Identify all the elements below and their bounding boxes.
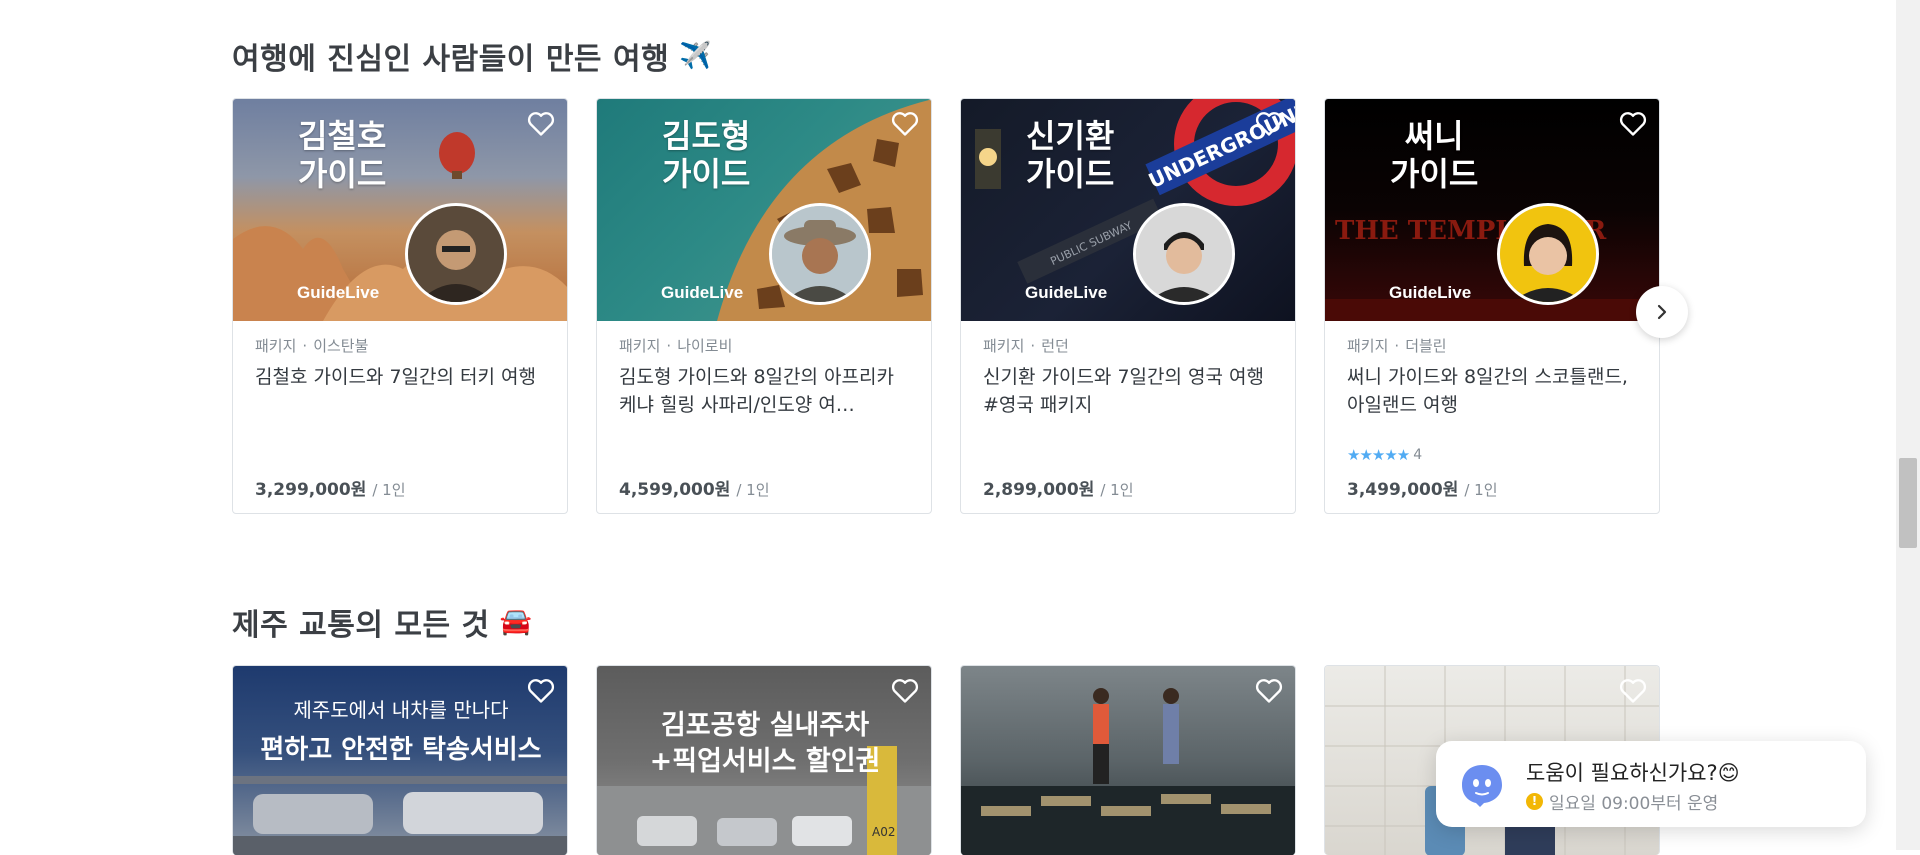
card-price: 2,899,000원/ 1인	[983, 480, 1134, 500]
card-thumbnail: UNDERGROUND PUBLIC SUBWAY 신기환 가이드 GuideL…	[961, 99, 1295, 321]
heart-outline-icon[interactable]	[1255, 111, 1283, 137]
card-thumbnail: 김도형 가이드 GuideLive	[597, 99, 931, 321]
heart-outline-icon[interactable]	[1255, 678, 1283, 704]
card-title: 써니 가이드와 8일간의 스코틀랜드, 아일랜드 여행	[1347, 366, 1628, 416]
carousel-next-button[interactable]	[1636, 286, 1688, 338]
thumb-guide-name: 김철호 가이드	[298, 117, 387, 193]
product-card[interactable]: 김도형 가이드 GuideLive 패키지 · 나이로비 김도형 가이드와 8일간의…	[596, 98, 932, 514]
warning-icon: !	[1526, 793, 1543, 810]
heart-outline-icon[interactable]	[1619, 678, 1647, 704]
thumb-guide-name: 써니 가이드	[1390, 117, 1479, 193]
chatbot-icon	[1462, 765, 1502, 807]
card-title: 신기환 가이드와 7일간의 영국 여행 #영국 패키지	[983, 366, 1264, 416]
help-title: 도움이 필요하신가요?😊	[1526, 761, 1740, 785]
avatar	[405, 203, 507, 305]
product-card[interactable]: A02 김포공항 실내주차 +픽업서비스 할인권	[596, 665, 932, 855]
airplane-icon: ✈️	[679, 41, 713, 71]
parking-pillar-label: A02	[872, 825, 895, 839]
card-meta: 패키지 · 이스탄불	[255, 337, 369, 355]
avatar	[1133, 203, 1235, 305]
card-thumbnail: 제주도에서 내차를 만나다 편하고 안전한 탁송서비스	[233, 666, 567, 855]
thumb-promo-text: 제주도에서 내차를 만나다 편하고 안전한 탁송서비스	[260, 698, 542, 765]
card-meta: 패키지 · 더블린	[1347, 337, 1447, 355]
heart-outline-icon[interactable]	[527, 111, 555, 137]
star-rating-icon: ★★★★★	[1347, 446, 1410, 464]
card-thumbnail	[961, 666, 1295, 855]
card-meta: 패키지 · 나이로비	[619, 337, 733, 355]
section-title-text: 제주 교통의 모든 것	[232, 608, 490, 643]
stepping-stones-image	[961, 688, 1295, 855]
avatar	[1497, 203, 1599, 305]
section-title-jeju: 제주 교통의 모든 것 🚘	[232, 600, 533, 644]
london-underground-image: UNDERGROUND PUBLIC SUBWAY	[975, 99, 1295, 284]
guidelive-logo: GuideLive	[297, 283, 380, 302]
section-title-text: 여행에 진심인 사람들이 만든 여행	[232, 42, 670, 77]
guidelive-logo: GuideLive	[661, 283, 744, 302]
car-icon: 🚘	[499, 607, 533, 637]
product-card[interactable]: THE TEMPLE BAR 써니 가이드 GuideLive 패키지 · 더블린 …	[1324, 98, 1660, 514]
card-price: 4,599,000원/ 1인	[619, 480, 770, 500]
help-subtitle: ! 일요일 09:00부터 운영	[1526, 789, 1718, 814]
heart-outline-icon[interactable]	[527, 678, 555, 704]
product-card[interactable]	[960, 665, 1296, 855]
card-price: 3,499,000원/ 1인	[1347, 480, 1498, 500]
guidelive-logo: GuideLive	[1389, 283, 1472, 302]
help-chat-widget[interactable]: 도움이 필요하신가요?😊 ! 일요일 09:00부터 운영	[1436, 741, 1866, 827]
card-rating: ★★★★★ 4	[1347, 446, 1423, 464]
section-title-travel: 여행에 진심인 사람들이 만든 여행 ✈️	[232, 34, 712, 78]
temple-bar-image: THE TEMPLE BAR	[1325, 216, 1659, 321]
page-scrollbar-track[interactable]	[1896, 0, 1920, 850]
product-card[interactable]: 제주도에서 내차를 만나다 편하고 안전한 탁송서비스	[232, 665, 568, 855]
page-scrollbar-thumb[interactable]	[1899, 458, 1917, 548]
chevron-right-icon	[1657, 304, 1667, 320]
card-price: 3,299,000원/ 1인	[255, 480, 406, 500]
card-title: 김철호 가이드와 7일간의 터키 여행	[255, 366, 536, 388]
product-card[interactable]: UNDERGROUND PUBLIC SUBWAY 신기환 가이드 GuideL…	[960, 98, 1296, 514]
giraffe-image	[717, 99, 931, 321]
heart-outline-icon[interactable]	[891, 678, 919, 704]
card-meta: 패키지 · 런던	[983, 337, 1069, 355]
card-thumbnail: THE TEMPLE BAR 써니 가이드 GuideLive	[1325, 99, 1659, 321]
heart-outline-icon[interactable]	[891, 111, 919, 137]
guidelive-logo: GuideLive	[1025, 283, 1108, 302]
product-card[interactable]: 김철호 가이드 GuideLive 패키지 · 이스탄불 김철호 가이드와 7일간의…	[232, 98, 568, 514]
card-thumbnail: 김철호 가이드 GuideLive	[233, 99, 567, 321]
smile-emoji-icon: 😊	[1717, 761, 1740, 785]
thumb-guide-name: 신기환 가이드	[1026, 117, 1115, 193]
thumb-promo-text: 김포공항 실내주차 +픽업서비스 할인권	[649, 710, 881, 777]
cappadocia-rocks-image	[233, 132, 567, 321]
card-title: 김도형 가이드와 8일간의 아프리카 케냐 힐링 사파리/인도양 여…	[619, 366, 894, 416]
thumb-guide-name: 김도형 가이드	[662, 117, 751, 193]
heart-outline-icon[interactable]	[1619, 111, 1647, 137]
avatar	[769, 203, 871, 305]
card-thumbnail: A02 김포공항 실내주차 +픽업서비스 할인권	[597, 666, 931, 855]
